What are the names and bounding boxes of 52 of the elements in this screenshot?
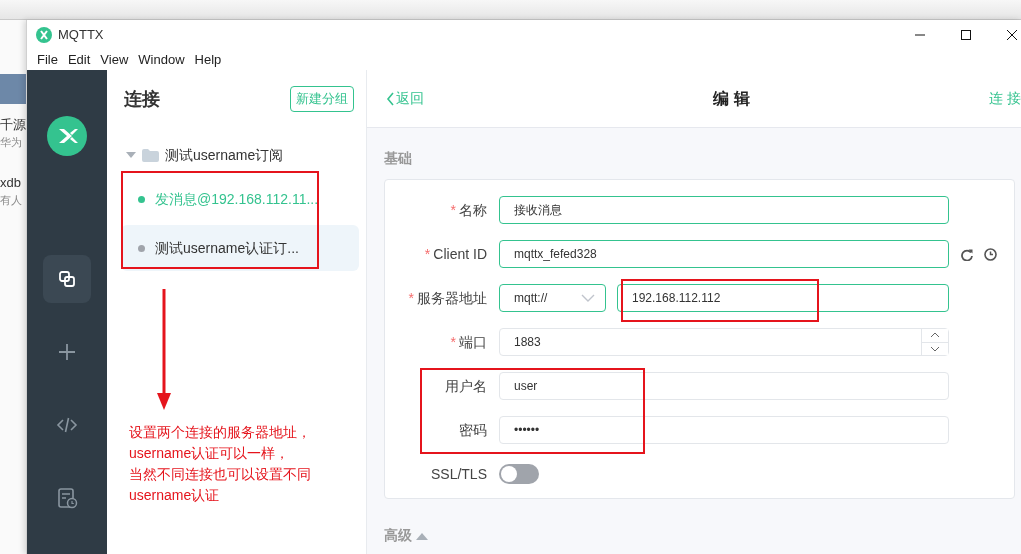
clock-icon[interactable]	[984, 247, 997, 261]
chevron-left-icon	[386, 91, 394, 106]
app-logo-icon	[36, 27, 52, 43]
field-label: 服务器地址	[417, 289, 487, 306]
log-icon	[56, 487, 78, 509]
required-mark: *	[424, 245, 431, 262]
close-icon	[1007, 30, 1017, 40]
window-title: MQTTX	[58, 26, 104, 45]
required-mark: *	[450, 333, 456, 350]
menu-item[interactable]: File	[32, 50, 63, 70]
menu-item[interactable]: Edit	[62, 50, 96, 70]
refresh-icon[interactable]	[960, 247, 973, 261]
input-field[interactable]: mqttx_fefed328	[499, 240, 949, 268]
background-text: xdb	[0, 174, 22, 192]
field-label: 端口	[459, 333, 487, 350]
panel-title: 连接	[123, 87, 160, 111]
menu-item[interactable]: Window	[133, 50, 190, 70]
menu-item[interactable]: Help	[189, 50, 227, 70]
annotation-text: 设置两个连接的服务器地址， username认证可以一样， 当然不同连接也可以设置不同 username认证	[128, 423, 312, 505]
field-label: 用户名	[445, 377, 487, 394]
required-mark: *	[450, 201, 456, 218]
toggle-switch[interactable]	[499, 464, 539, 484]
code-icon	[56, 415, 78, 435]
chevron-down-icon	[930, 345, 940, 352]
menu-item[interactable]: View	[95, 50, 134, 70]
protocol-select[interactable]: mqtt://	[499, 284, 606, 312]
folder-icon	[142, 148, 159, 162]
field-label: SSL/TLS	[430, 465, 487, 482]
required-mark: *	[408, 289, 414, 306]
input-field[interactable]: 接收消息	[499, 196, 949, 224]
connection-item[interactable]: 测试username认证订...	[121, 225, 359, 271]
overlapping-squares-icon	[56, 268, 78, 290]
maximize-icon	[961, 30, 971, 40]
sidebar-button[interactable]	[43, 255, 91, 303]
field-label: Client ID	[433, 245, 487, 262]
app-logo-icon	[47, 116, 87, 156]
input-field[interactable]: user	[499, 372, 949, 400]
chevron-down-icon	[581, 294, 595, 302]
input-field[interactable]: 1883	[499, 328, 949, 356]
section-label: 基础	[384, 149, 413, 168]
page-title: 编 辑	[713, 88, 750, 109]
plus-icon	[57, 342, 77, 362]
group-name[interactable]: 测试username订阅	[165, 144, 284, 166]
input-field[interactable]: ••••••	[499, 416, 949, 444]
field-label: 密码	[459, 421, 487, 438]
background-text: 有人	[0, 193, 23, 208]
background-text: 华为	[0, 135, 23, 150]
input-field[interactable]: 192.168.112.112	[617, 284, 949, 312]
chevron-up-icon	[930, 332, 940, 339]
background-text: 千源	[0, 116, 26, 134]
field-label: 名称	[459, 201, 487, 218]
caret-up-icon	[416, 531, 428, 540]
